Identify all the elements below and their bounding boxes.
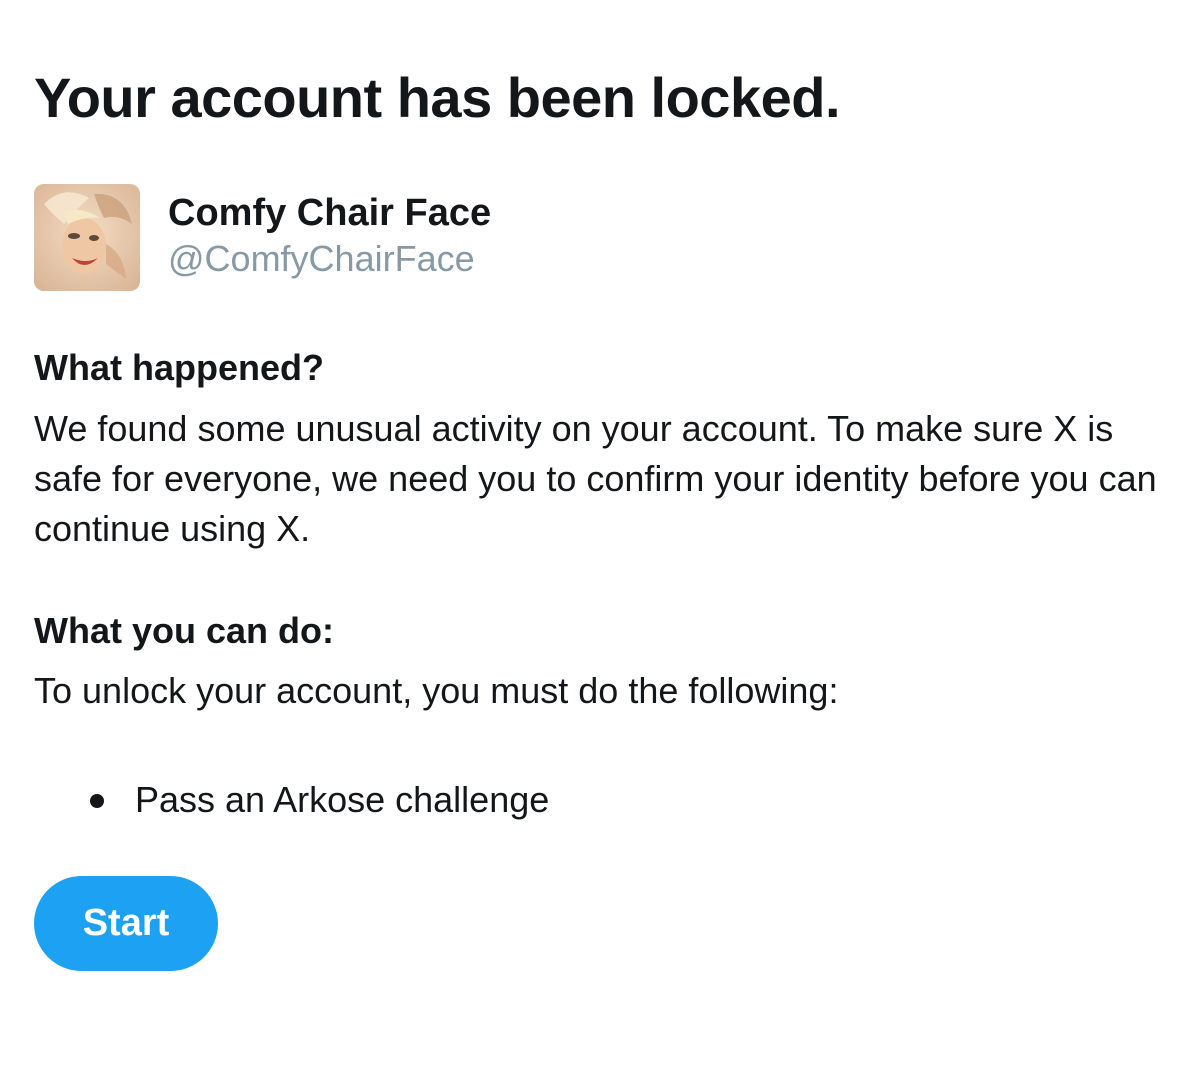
page-title: Your account has been locked. (34, 66, 841, 129)
what-happened-heading: What happened? (34, 347, 324, 388)
avatar-photo-icon (34, 184, 140, 291)
start-button[interactable]: Start (34, 876, 218, 971)
list-item: Pass an Arkose challenge (34, 772, 1164, 826)
account-card: Comfy Chair Face @ComfyChairFace (34, 184, 734, 292)
unlock-steps-list: Pass an Arkose challenge (34, 772, 1164, 826)
lock-notice-page: Your account has been locked. Comfy Chai… (34, 0, 1164, 1077)
bullet-icon (90, 794, 104, 808)
what-happened-body: We found some unusual activity on your a… (34, 408, 1157, 549)
avatar (34, 184, 140, 291)
display-name: Comfy Chair Face (168, 192, 492, 234)
username-handle: @ComfyChairFace (168, 238, 475, 279)
what-you-can-do-heading: What you can do: (34, 610, 334, 651)
step-label: Pass an Arkose challenge (135, 779, 550, 820)
what-you-can-do-body: To unlock your account, you must do the … (34, 670, 839, 711)
